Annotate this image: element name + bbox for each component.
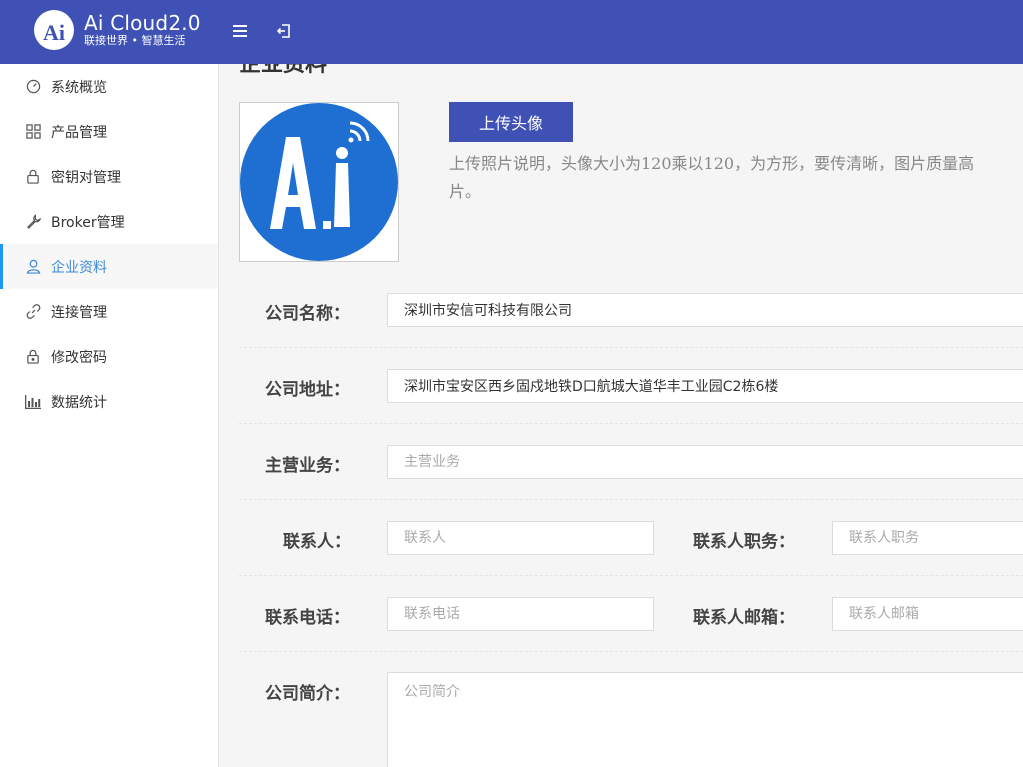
- divider: [239, 651, 1023, 652]
- sidebar-item-label: 产品管理: [51, 124, 107, 141]
- upload-desc-line-2: 片。: [449, 182, 482, 201]
- sidebar-item-label: 修改密码: [51, 349, 107, 366]
- company-address-label: 公司地址：: [265, 380, 350, 400]
- sidebar: 系统概览 产品管理 密钥对管理 Broker管理 企业资料 连接管理 修改密码 …: [0, 64, 219, 767]
- link-icon: [24, 303, 42, 321]
- lock-icon: [24, 348, 42, 366]
- sidebar-item-company-profile[interactable]: 企业资料: [0, 244, 218, 289]
- sidebar-item-keypairs[interactable]: 密钥对管理: [0, 154, 218, 199]
- dashboard-icon: [24, 78, 42, 96]
- user-icon: [24, 258, 42, 276]
- intro-textarea[interactable]: [387, 672, 1023, 767]
- sidebar-item-products[interactable]: 产品管理: [0, 109, 218, 154]
- upload-description: 上传照片说明，头像大小为120乘以120，为方形，要传清晰，图片质量高 片。: [449, 150, 1023, 206]
- company-name-input[interactable]: [387, 293, 1023, 327]
- sidebar-item-label: Broker管理: [51, 214, 125, 231]
- svg-text:Ai: Ai: [43, 20, 65, 45]
- sidebar-item-connections[interactable]: 连接管理: [0, 289, 218, 334]
- wrench-icon: [24, 213, 42, 231]
- sidebar-item-label: 连接管理: [51, 304, 107, 321]
- email-input[interactable]: [832, 597, 1023, 631]
- logout-icon[interactable]: [273, 20, 295, 42]
- sidebar-item-label: 系统概览: [51, 79, 107, 96]
- divider: [239, 575, 1023, 576]
- app-title: Ai Cloud2.0: [84, 11, 201, 35]
- sidebar-item-overview[interactable]: 系统概览: [0, 64, 218, 109]
- sidebar-item-label: 数据统计: [51, 394, 107, 411]
- lock-icon: [24, 168, 42, 186]
- company-name-label: 公司名称：: [265, 304, 350, 324]
- grid-icon: [24, 123, 42, 141]
- sidebar-item-label: 密钥对管理: [51, 169, 121, 186]
- email-label: 联系人邮箱：: [693, 608, 795, 628]
- top-header: Ai Ai Cloud2.0 联接世界 • 智慧生活: [0, 0, 1023, 64]
- divider: [239, 423, 1023, 424]
- sidebar-item-label: 企业资料: [51, 259, 107, 276]
- main-business-label: 主营业务：: [265, 456, 350, 476]
- contact-title-input[interactable]: [832, 521, 1023, 555]
- main-content: 企业资料 上传头像 上传照片说明，头像大小为120乘以120，为方形，要传清晰，…: [219, 64, 1023, 767]
- upload-desc-line-1: 上传照片说明，头像大小为120乘以120，为方形，要传清晰，图片质量高: [449, 154, 975, 173]
- menu-icon[interactable]: [229, 20, 251, 42]
- company-avatar: [239, 102, 399, 262]
- bar-chart-icon: [24, 393, 42, 411]
- intro-label: 公司简介：: [265, 684, 350, 704]
- app-subtitle: 联接世界 • 智慧生活: [84, 34, 186, 47]
- contact-label: 联系人：: [283, 532, 351, 552]
- phone-input[interactable]: [387, 597, 654, 631]
- sidebar-item-statistics[interactable]: 数据统计: [0, 379, 218, 424]
- divider: [239, 499, 1023, 500]
- company-address-input[interactable]: [387, 369, 1023, 403]
- main-business-input[interactable]: [387, 445, 1023, 479]
- page-title: 企业资料: [239, 64, 328, 77]
- upload-avatar-button[interactable]: 上传头像: [449, 102, 573, 142]
- contact-title-label: 联系人职务：: [693, 532, 795, 552]
- sidebar-item-change-password[interactable]: 修改密码: [0, 334, 218, 379]
- divider: [239, 347, 1023, 348]
- logo: Ai: [34, 10, 74, 50]
- contact-input[interactable]: [387, 521, 654, 555]
- sidebar-item-broker[interactable]: Broker管理: [0, 199, 218, 244]
- phone-label: 联系电话：: [265, 608, 350, 628]
